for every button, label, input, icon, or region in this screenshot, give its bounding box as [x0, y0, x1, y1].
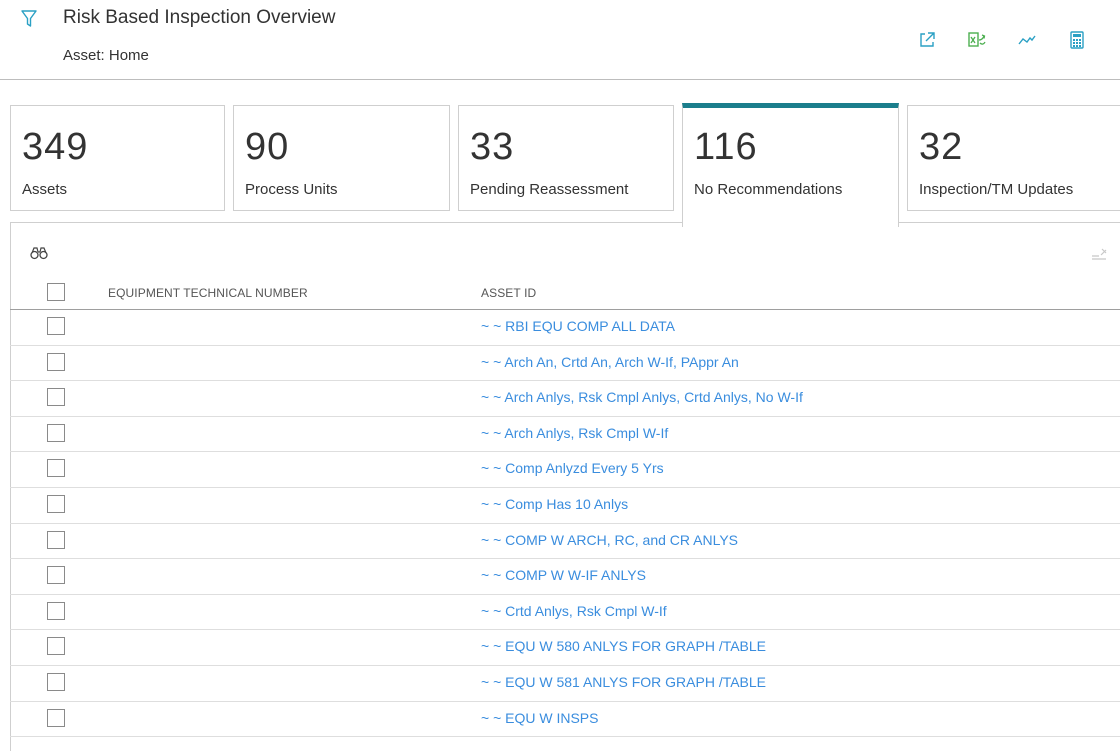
- table-row: ~ ~ Crtd Anlys, Rsk Cmpl W-If: [10, 595, 1120, 631]
- row-checkbox[interactable]: [47, 459, 65, 478]
- row-checkbox[interactable]: [47, 530, 65, 549]
- table-row: ~ ~ Arch An, Crtd An, Arch W-If, PAppr A…: [10, 346, 1120, 382]
- open-external-button[interactable]: [915, 29, 939, 51]
- row-checkbox[interactable]: [47, 494, 65, 513]
- filter-icon[interactable]: [21, 10, 37, 28]
- toolbar: [915, 29, 1089, 51]
- card-count: 349: [22, 126, 89, 168]
- table-row: ~ ~ COMP W W-IF ANLYS: [10, 559, 1120, 595]
- page-header: Risk Based Inspection Overview Asset: Ho…: [0, 0, 1120, 80]
- page-title: Risk Based Inspection Overview: [63, 7, 336, 28]
- export-excel-icon: [968, 32, 986, 47]
- asset-id-link[interactable]: ~ ~ RBI EQU COMP ALL DATA: [481, 318, 675, 334]
- row-checkbox[interactable]: [47, 708, 65, 727]
- calculator-icon: [1070, 31, 1084, 49]
- asset-id-link[interactable]: ~ ~ EQU W 580 ANLYS FOR GRAPH /TABLE: [481, 638, 766, 654]
- row-checkbox[interactable]: [47, 423, 65, 442]
- card-label: Process Units: [245, 181, 338, 198]
- calculator-button[interactable]: [1065, 29, 1089, 51]
- asset-id-link[interactable]: ~ ~ COMP W W-IF ANLYS: [481, 567, 646, 583]
- column-header-equipment-technical-number[interactable]: EQUIPMENT TECHNICAL NUMBER: [108, 286, 308, 300]
- card-label: No Recommendations: [694, 181, 843, 198]
- row-checkbox[interactable]: [47, 566, 65, 585]
- card-label: Inspection/TM Updates: [919, 181, 1074, 198]
- bulk-edit-icon: [1092, 248, 1107, 260]
- row-checkbox[interactable]: [47, 637, 65, 656]
- card-assets[interactable]: 349 Assets: [10, 105, 225, 211]
- table-row: ~ ~ RBI EQU COMP ALL DATA: [10, 310, 1120, 346]
- export-excel-button[interactable]: [965, 29, 989, 51]
- card-count: 116: [694, 126, 758, 168]
- trend-button[interactable]: [1015, 29, 1039, 51]
- card-count: 32: [919, 126, 964, 168]
- card-label: Assets: [22, 181, 68, 198]
- asset-context: Asset: Home: [63, 47, 149, 64]
- table-row: ~ ~ EQU W INSPS: [10, 702, 1120, 738]
- open-external-icon: [920, 32, 935, 47]
- card-pending-reassessment[interactable]: 33 Pending Reassessment: [458, 105, 674, 211]
- asset-label: Asset:: [63, 47, 105, 64]
- asset-value: Home: [108, 47, 149, 64]
- asset-id-link[interactable]: ~ ~ EQU W 581 ANLYS FOR GRAPH /TABLE: [481, 674, 766, 690]
- trend-icon: [1018, 35, 1036, 45]
- kpi-cards: 349 Assets 90 Process Units 33 Pending R…: [10, 103, 1120, 227]
- asset-id-link[interactable]: ~ ~ EQU W INSPS: [481, 710, 598, 726]
- asset-id-link[interactable]: ~ ~ Crtd Anlys, Rsk Cmpl W-If: [481, 603, 667, 619]
- binoculars-icon[interactable]: [30, 246, 48, 260]
- column-header-asset-id[interactable]: ASSET ID: [481, 286, 536, 300]
- table-body: ~ ~ RBI EQU COMP ALL DATA ~ ~ Arch An, C…: [10, 310, 1120, 738]
- table-row: ~ ~ COMP W ARCH, RC, and CR ANLYS: [10, 524, 1120, 560]
- table-row: ~ ~ EQU W 581 ANLYS FOR GRAPH /TABLE: [10, 666, 1120, 702]
- asset-id-link[interactable]: ~ ~ COMP W ARCH, RC, and CR ANLYS: [481, 532, 738, 548]
- asset-id-link[interactable]: ~ ~ Arch Anlys, Rsk Cmpl W-If: [481, 425, 668, 441]
- card-inspection-tm-updates[interactable]: 32 Inspection/TM Updates: [907, 105, 1120, 211]
- row-checkbox[interactable]: [47, 672, 65, 691]
- table-row: ~ ~ Comp Has 10 Anlys: [10, 488, 1120, 524]
- table-row: ~ ~ Arch Anlys, Rsk Cmpl W-If: [10, 417, 1120, 453]
- select-all-checkbox[interactable]: [47, 283, 65, 301]
- table-row: ~ ~ Arch Anlys, Rsk Cmpl Anlys, Crtd Anl…: [10, 381, 1120, 417]
- card-process-units[interactable]: 90 Process Units: [233, 105, 450, 211]
- row-checkbox[interactable]: [47, 317, 65, 335]
- card-count: 33: [470, 126, 515, 168]
- table-row: ~ ~ Comp Anlyzd Every 5 Yrs: [10, 452, 1120, 488]
- table-row: ~ ~ EQU W 580 ANLYS FOR GRAPH /TABLE: [10, 630, 1120, 666]
- asset-id-link[interactable]: ~ ~ Arch Anlys, Rsk Cmpl Anlys, Crtd Anl…: [481, 389, 803, 405]
- row-checkbox[interactable]: [47, 388, 65, 407]
- card-count: 90: [245, 126, 290, 168]
- card-no-recommendations[interactable]: 116 No Recommendations: [682, 103, 899, 227]
- card-label: Pending Reassessment: [470, 181, 629, 198]
- table-header: EQUIPMENT TECHNICAL NUMBER ASSET ID: [10, 280, 1120, 310]
- asset-id-link[interactable]: ~ ~ Comp Has 10 Anlys: [481, 496, 628, 512]
- asset-id-link[interactable]: ~ ~ Arch An, Crtd An, Arch W-If, PAppr A…: [481, 354, 739, 370]
- row-checkbox[interactable]: [47, 352, 65, 371]
- asset-id-link[interactable]: ~ ~ Comp Anlyzd Every 5 Yrs: [481, 460, 664, 476]
- row-checkbox[interactable]: [47, 601, 65, 620]
